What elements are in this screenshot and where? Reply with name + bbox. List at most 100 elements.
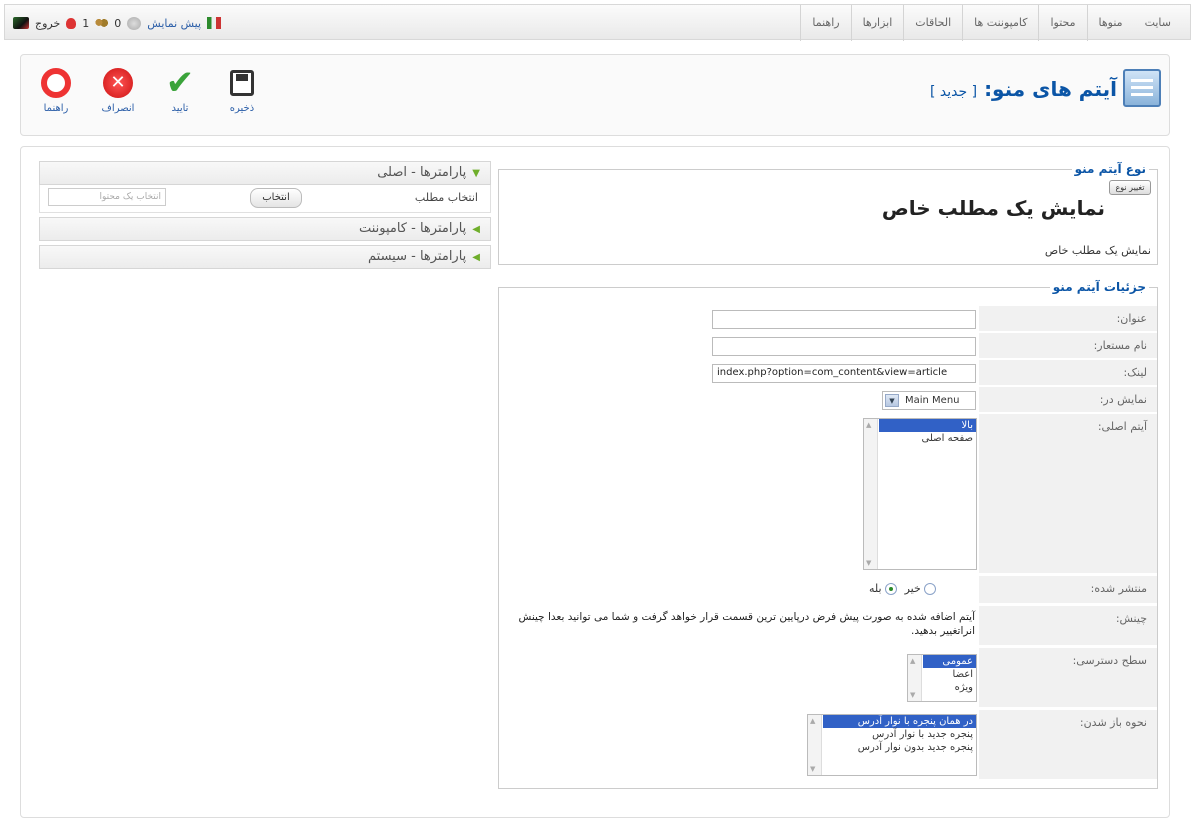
parent-row: آیتم اصلی: بالا صفحه اصلی bbox=[499, 414, 1159, 574]
select-article-label: انتخاب مطلب bbox=[414, 191, 478, 204]
users-count: 0 bbox=[114, 16, 122, 30]
select-article-button[interactable]: انتخاب bbox=[250, 188, 302, 208]
change-type-button[interactable]: تغییر نوع bbox=[1109, 180, 1151, 195]
published-no-label: خیر bbox=[904, 582, 921, 595]
target-option[interactable]: در همان پنجره با نوار آدرس bbox=[823, 715, 976, 728]
menu-tools[interactable]: ابزارها bbox=[850, 5, 904, 41]
arrow-left-icon: ◀ bbox=[472, 224, 480, 235]
parent-option[interactable]: بالا bbox=[879, 419, 976, 432]
order-label: چینش: bbox=[979, 606, 1157, 646]
title-row: عنوان: bbox=[499, 306, 1159, 332]
chevron-down-icon: ▼ bbox=[885, 394, 899, 407]
target-option[interactable]: پنجره جدید بدون نوار آدرس bbox=[823, 741, 976, 754]
menu-item-details-legend: جزئیات آیتم منو bbox=[1049, 280, 1149, 294]
toolbar: راهنما ✕ انصراف ✔ تایید ذخیره bbox=[31, 63, 267, 114]
target-label: نحوه باز شدن: bbox=[979, 710, 1157, 780]
published-label: منتشر شده: bbox=[979, 576, 1157, 604]
title-input[interactable] bbox=[712, 310, 976, 329]
title-label: عنوان: bbox=[979, 306, 1157, 332]
menu-content[interactable]: محتوا bbox=[1038, 5, 1086, 41]
display-in-value: Main Menu bbox=[905, 395, 960, 406]
cancel-x-icon: ✕ bbox=[103, 68, 133, 98]
logout-icon[interactable] bbox=[13, 17, 29, 29]
parent-label: آیتم اصلی: bbox=[979, 414, 1157, 574]
messages-count[interactable]: 1 bbox=[82, 17, 89, 30]
help-button[interactable]: راهنما bbox=[31, 63, 81, 114]
lifebuoy-icon bbox=[41, 68, 71, 98]
main-panel: ▼ پارامترها - اصلی انتخاب مطلب انتخاب انت… bbox=[20, 146, 1170, 818]
help-label: راهنما bbox=[43, 103, 69, 114]
page-subtitle: [ جدید ] bbox=[930, 84, 978, 100]
cancel-label: انصراف bbox=[101, 103, 135, 114]
checkmark-icon: ✔ bbox=[165, 63, 195, 103]
listbox-scrollbar[interactable] bbox=[908, 655, 922, 701]
listbox-scrollbar[interactable] bbox=[808, 715, 822, 775]
main-menu: سایت منوها محتوا کامپوننت ها الحاقات ابز… bbox=[800, 5, 1182, 41]
display-in-label: نمایش در: bbox=[979, 387, 1157, 413]
access-label: سطح دسترسی: bbox=[979, 648, 1157, 708]
parent-listbox[interactable]: بالا صفحه اصلی bbox=[863, 418, 977, 570]
parameters-panel: ▼ پارامترها - اصلی انتخاب مطلب انتخاب انت… bbox=[39, 161, 491, 273]
arrow-down-icon: ▼ bbox=[472, 168, 480, 179]
messages-icon bbox=[66, 17, 77, 29]
published-yes-radio[interactable] bbox=[885, 583, 898, 595]
menu-type-description: نمایش یک مطلب خاص bbox=[1044, 244, 1151, 257]
logout-link[interactable]: خروج bbox=[35, 17, 60, 30]
page-header: آیتم های منو: [ جدید ] راهنما ✕ انصراف ✔… bbox=[20, 54, 1170, 136]
published-radios: خیر بله bbox=[869, 582, 937, 595]
top-menu-bar: سایت منوها محتوا کامپوننت ها الحاقات ابز… bbox=[4, 4, 1191, 41]
params-component-label: پارامترها - کامپوننت bbox=[358, 221, 467, 236]
preview-link[interactable]: پیش نمایش bbox=[147, 17, 201, 30]
menu-help[interactable]: راهنما bbox=[800, 5, 850, 41]
params-system-label: پارامترها - سیستم bbox=[368, 249, 467, 264]
target-row: نحوه باز شدن: در همان پنجره با نوار آدرس… bbox=[499, 710, 1159, 780]
apply-button[interactable]: ✔ تایید bbox=[155, 63, 205, 114]
target-listbox[interactable]: در همان پنجره با نوار آدرس پنجره جدید با… bbox=[807, 714, 977, 776]
status-bar: خروج 1 0 پیش نمایش bbox=[13, 5, 222, 41]
params-basic-label: پارامترها - اصلی bbox=[377, 165, 467, 180]
access-option[interactable]: اعضا bbox=[923, 668, 976, 681]
published-no-radio[interactable] bbox=[924, 583, 937, 595]
article-input[interactable]: انتخاب یک محتوا bbox=[48, 188, 166, 206]
params-system-header[interactable]: ◀ پارامترها - سیستم bbox=[39, 245, 491, 269]
target-option[interactable]: پنجره جدید با نوار آدرس bbox=[823, 728, 976, 741]
display-in-select[interactable]: ▼ Main Menu bbox=[882, 391, 976, 410]
apply-label: تایید bbox=[171, 103, 189, 114]
menu-manager-icon bbox=[1123, 69, 1161, 107]
listbox-scrollbar[interactable] bbox=[864, 419, 878, 569]
menu-site[interactable]: سایت bbox=[1134, 5, 1182, 41]
page-title: آیتم های منو: [ جدید ] bbox=[930, 77, 1117, 101]
menu-item-type-fieldset: نوع آیتم منو تغییر نوع نمایش یک مطلب خاص… bbox=[498, 162, 1158, 265]
menu-item-details-fieldset: جزئیات آیتم منو عنوان: نام مستعار: لینک:… bbox=[498, 280, 1159, 789]
floppy-disk-icon bbox=[230, 70, 254, 96]
link-label: لینک: bbox=[979, 360, 1157, 386]
access-listbox[interactable]: عمومی اعضا ویژه bbox=[907, 654, 977, 702]
parent-option[interactable]: صفحه اصلی bbox=[879, 432, 976, 445]
published-yes-label: بله bbox=[869, 582, 882, 595]
order-text: آیتم اضافه شده به صورت پیش فرض درپایین ت… bbox=[518, 611, 975, 637]
menu-item-type-legend: نوع آیتم منو bbox=[1071, 162, 1149, 176]
save-label: ذخیره bbox=[229, 103, 255, 114]
page-title-text: آیتم های منو: bbox=[984, 77, 1117, 101]
display-in-row: نمایش در: ▼ Main Menu bbox=[499, 387, 1159, 413]
cancel-button[interactable]: ✕ انصراف bbox=[93, 63, 143, 114]
access-option[interactable]: ویژه bbox=[923, 681, 976, 694]
menu-menus[interactable]: منوها bbox=[1086, 5, 1134, 41]
params-basic-header[interactable]: ▼ پارامترها - اصلی bbox=[39, 161, 491, 185]
link-row: لینک: index.php?option=com_content&view=… bbox=[499, 360, 1159, 386]
menu-components[interactable]: کامپوننت ها bbox=[962, 5, 1038, 41]
params-basic-body: انتخاب مطلب انتخاب انتخاب یک محتوا bbox=[39, 185, 491, 213]
menu-extensions[interactable]: الحاقات bbox=[903, 5, 962, 41]
alias-input[interactable] bbox=[712, 337, 976, 356]
alias-row: نام مستعار: bbox=[499, 333, 1159, 359]
users-icon bbox=[95, 17, 109, 29]
arrow-left-icon: ◀ bbox=[472, 252, 480, 263]
params-component-header[interactable]: ◀ پارامترها - کامپوننت bbox=[39, 217, 491, 241]
alias-label: نام مستعار: bbox=[979, 333, 1157, 359]
preview-icon bbox=[127, 16, 142, 30]
link-input[interactable]: index.php?option=com_content&view=articl… bbox=[712, 364, 976, 383]
published-row: منتشر شده: خیر بله bbox=[499, 576, 1159, 604]
save-button[interactable]: ذخیره bbox=[217, 63, 267, 114]
access-option[interactable]: عمومی bbox=[923, 655, 976, 668]
menu-type-title: نمایش یک مطلب خاص bbox=[881, 196, 1105, 220]
